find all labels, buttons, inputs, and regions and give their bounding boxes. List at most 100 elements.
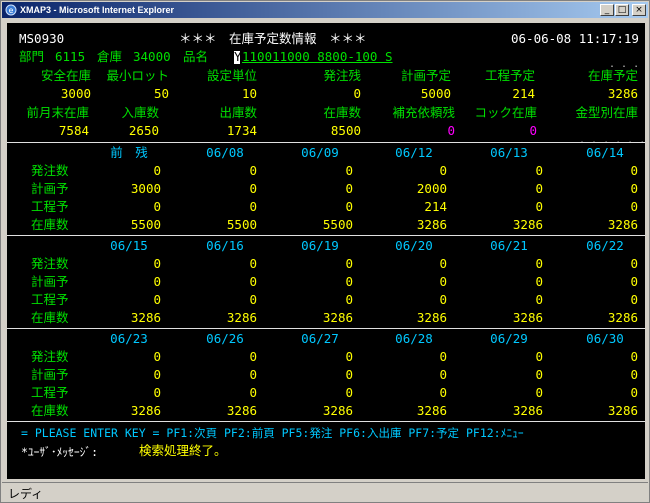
cell-value: 0 (439, 163, 447, 178)
cell-value: 0 (153, 349, 161, 364)
info-label: 安全在庫 (40, 68, 91, 83)
function-key-guide: = PLEASE ENTER KEY = PF1:次頁 PF2:前頁 PF5:発… (21, 426, 524, 440)
row-label: 発注数 (31, 349, 69, 364)
cell-value: 214 (424, 199, 447, 214)
date-header: 06/28 (395, 331, 433, 346)
date-header: 06/21 (490, 238, 528, 253)
cell-value: 0 (249, 274, 257, 289)
cell-value: 3000 (130, 181, 161, 196)
row-label: 在庫数 (31, 310, 69, 325)
info-value: 10 (241, 86, 257, 101)
date-header: 06/26 (206, 331, 244, 346)
date-header: 06/29 (490, 331, 528, 346)
status-bar: レディ (2, 482, 648, 502)
cell-value: 0 (249, 256, 257, 271)
cell-value: 0 (439, 274, 447, 289)
cell-value: 0 (345, 349, 353, 364)
cell-value: 3286 (607, 310, 638, 325)
cell-value: 0 (535, 349, 543, 364)
cell-value: 0 (630, 367, 638, 382)
terminal-screen[interactable]: MS0930 ＊＊＊ 在庫予定数情報 ＊＊＊ 06-06-08 11:17:19… (7, 23, 645, 479)
message-text: 検索処理終了。 (139, 443, 227, 458)
info-value: 0 (529, 123, 537, 138)
cell-value: 0 (535, 163, 543, 178)
cell-value: 3286 (607, 403, 638, 418)
cell-value: 0 (249, 199, 257, 214)
info-label: 設定単位 (206, 68, 257, 83)
info-label: 工程予定 (484, 68, 535, 83)
date-header: 06/15 (110, 238, 148, 253)
browser-window: e XMAP3 - Microsoft Internet Explorer _ … (0, 0, 650, 503)
cell-value: 0 (153, 292, 161, 307)
cell-value: 0 (630, 349, 638, 364)
info-label: コック在庫 (474, 105, 537, 120)
row-label: 工程予 (31, 292, 69, 307)
cell-value: 3286 (607, 217, 638, 232)
cell-value: 0 (153, 199, 161, 214)
info-value: 0 (447, 123, 455, 138)
info-label: 発注残 (323, 68, 361, 83)
warehouse-value[interactable]: 34000 (133, 49, 171, 65)
window-title: XMAP3 - Microsoft Internet Explorer (20, 5, 175, 15)
cell-value: 0 (345, 163, 353, 178)
row-label: 計画予 (31, 181, 69, 196)
cell-value: 0 (630, 199, 638, 214)
cell-value: 0 (345, 256, 353, 271)
cell-value: 3286 (322, 403, 353, 418)
cell-value: 3286 (226, 310, 257, 325)
cell-value: 0 (439, 385, 447, 400)
close-button[interactable]: × (632, 4, 646, 16)
cell-value: 3286 (226, 403, 257, 418)
info-value: 214 (512, 86, 535, 101)
cell-value: 0 (345, 292, 353, 307)
info-value: 3000 (60, 86, 91, 101)
cell-value: 0 (153, 163, 161, 178)
divider (7, 328, 645, 329)
divider (7, 421, 645, 422)
row-label: 工程予 (31, 385, 69, 400)
cell-value: 0 (535, 181, 543, 196)
divider (7, 142, 645, 143)
cell-value: 0 (535, 385, 543, 400)
cell-value: 0 (345, 385, 353, 400)
info-value: 2650 (128, 123, 159, 138)
info-value: 1734 (226, 123, 257, 138)
date-header: 06/30 (586, 331, 624, 346)
cell-value: 0 (439, 349, 447, 364)
cell-value: 0 (630, 181, 638, 196)
date-header: 06/14 (586, 145, 624, 160)
date-header: 06/22 (586, 238, 624, 253)
cell-value: 3286 (416, 217, 447, 232)
cell-value: 0 (249, 349, 257, 364)
cell-value: 0 (439, 367, 447, 382)
info-label: 計画予定 (400, 68, 451, 83)
info-label: 在庫予定 (587, 68, 638, 83)
info-label: 最小ロット (106, 68, 169, 83)
cell-value: 3286 (130, 403, 161, 418)
dept-value[interactable]: 6115 (55, 49, 85, 65)
cell-value: 0 (345, 199, 353, 214)
message-label: *ﾕｰｻﾞ･ﾒｯｾｰｼﾞ: (21, 445, 99, 459)
cell-value: 0 (439, 292, 447, 307)
cell-value: 5500 (130, 217, 161, 232)
status-text: レディ (8, 487, 44, 501)
row-label: 在庫数 (31, 403, 69, 418)
cell-value: 0 (630, 163, 638, 178)
cell-value: 0 (249, 385, 257, 400)
cell-value: 0 (535, 199, 543, 214)
cell-value: 0 (153, 256, 161, 271)
minimize-button[interactable]: _ (600, 4, 614, 16)
date-header: 06/16 (206, 238, 244, 253)
info-value: 0 (353, 86, 361, 101)
info-label: 在庫数 (323, 105, 361, 120)
maximize-button[interactable]: □ (615, 4, 629, 16)
cell-value: 0 (439, 256, 447, 271)
item-code-field[interactable]: 110011000 8800-100 S (242, 49, 393, 65)
info-value: 5000 (420, 86, 451, 101)
info-value: 3286 (607, 86, 638, 101)
info-label: 前月末在庫 (26, 105, 89, 120)
cell-value: 2000 (416, 181, 447, 196)
date-header: 06/20 (395, 238, 433, 253)
cell-value: 0 (630, 292, 638, 307)
title-bar[interactable]: e XMAP3 - Microsoft Internet Explorer _ … (2, 2, 648, 18)
